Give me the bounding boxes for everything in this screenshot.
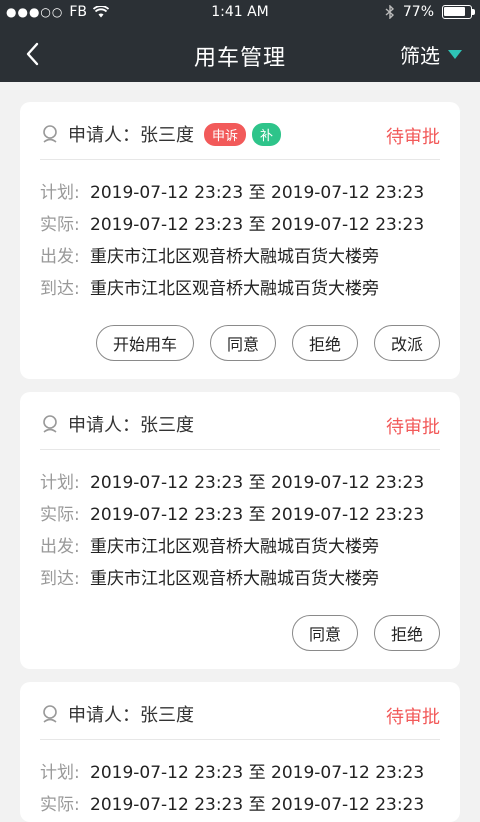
applicant-name: 申请人：张三度: [68, 705, 194, 726]
reject-button[interactable]: 拒绝: [373, 615, 440, 651]
caret-down-icon: [448, 50, 462, 59]
applicant-name: 申请人：张三度: [68, 125, 194, 146]
plan-label: 计划:: [40, 182, 80, 203]
to-row: 到达: 重庆市江北区观音桥大融城百货大楼旁: [40, 560, 450, 592]
to-address: 重庆市江北区观音桥大融城百货大楼旁: [90, 278, 379, 299]
approve-button[interactable]: 同意: [209, 325, 276, 361]
actual-row: 实际: 2019-07-12 23:23 至 2019-07-12 23:23: [40, 786, 450, 818]
request-card[interactable]: 申请人：张三度 申诉 补 待审批 计划: 2019-07-12 23:23 至 2…: [20, 102, 460, 379]
divider: [40, 449, 440, 450]
user-icon: [43, 415, 57, 433]
appeal-badge: 申诉: [204, 122, 247, 146]
plan-time: 2019-07-12 23:23 至 2019-07-12 23:23: [90, 472, 425, 493]
nav-bar: 用车管理 筛选: [0, 26, 480, 82]
to-label: 到达:: [40, 568, 80, 589]
applicant-name: 申请人：张三度: [68, 415, 194, 436]
supplement-badge: 补: [252, 122, 282, 146]
to-address: 重庆市江北区观音桥大融城百货大楼旁: [90, 568, 379, 589]
status-bar: ●●●○○ FB 1:41 AM 77%: [0, 0, 480, 26]
user-icon: [43, 705, 57, 723]
to-label: 到达:: [40, 278, 80, 299]
user-icon: [43, 125, 57, 143]
from-label: 出发:: [40, 246, 80, 267]
plan-time: 2019-07-12 23:23 至 2019-07-12 23:23: [90, 762, 425, 783]
actual-row: 实际: 2019-07-12 23:23 至 2019-07-12 23:23: [40, 206, 450, 238]
plan-row: 计划: 2019-07-12 23:23 至 2019-07-12 23:23: [40, 754, 450, 786]
start-trip-button[interactable]: 开始用车: [95, 325, 194, 361]
divider: [40, 159, 440, 160]
status-badge: 待审批: [386, 417, 440, 438]
battery-icon: [442, 5, 475, 19]
plan-row: 计划: 2019-07-12 23:23 至 2019-07-12 23:23: [40, 464, 450, 496]
actual-label: 实际:: [40, 794, 80, 815]
filter-label: 筛选: [400, 44, 440, 68]
actual-time: 2019-07-12 23:23 至 2019-07-12 23:23: [90, 214, 425, 235]
from-row: 出发: 重庆市江北区观音桥大融城百货大楼旁: [40, 238, 450, 270]
actual-row: 实际: 2019-07-12 23:23 至 2019-07-12 23:23: [40, 496, 450, 528]
request-card[interactable]: 申请人：张三度 待审批 计划: 2019-07-12 23:23 至 2019-0…: [20, 392, 460, 669]
actual-time: 2019-07-12 23:23 至 2019-07-12 23:23: [90, 794, 425, 815]
actual-label: 实际:: [40, 214, 80, 235]
reject-button[interactable]: 拒绝: [291, 325, 358, 361]
actual-label: 实际:: [40, 504, 80, 525]
status-badge: 待审批: [386, 707, 440, 728]
reassign-button[interactable]: 改派: [373, 325, 440, 361]
from-address: 重庆市江北区观音桥大融城百货大楼旁: [90, 536, 379, 557]
battery-percent: 77%: [402, 4, 434, 20]
from-label: 出发:: [40, 536, 80, 557]
divider: [40, 739, 440, 740]
plan-row: 计划: 2019-07-12 23:23 至 2019-07-12 23:23: [40, 174, 450, 206]
from-row: 出发: 重庆市江北区观音桥大融城百货大楼旁: [40, 528, 450, 560]
status-badge: 待审批: [386, 127, 440, 148]
plan-label: 计划:: [40, 472, 80, 493]
from-address: 重庆市江北区观音桥大融城百货大楼旁: [90, 246, 379, 267]
actual-time: 2019-07-12 23:23 至 2019-07-12 23:23: [90, 504, 425, 525]
top-bar: ●●●○○ FB 1:41 AM 77% 用车管理 筛选: [0, 0, 480, 82]
approve-button[interactable]: 同意: [291, 615, 358, 651]
filter-button[interactable]: 筛选: [400, 40, 462, 69]
plan-label: 计划:: [40, 762, 80, 783]
bluetooth-icon: [385, 5, 394, 19]
to-row: 到达: 重庆市江北区观音桥大融城百货大楼旁: [40, 270, 450, 302]
plan-time: 2019-07-12 23:23 至 2019-07-12 23:23: [90, 182, 425, 203]
request-card[interactable]: 申请人：张三度 待审批 计划: 2019-07-12 23:23 至 2019-0…: [20, 682, 460, 822]
